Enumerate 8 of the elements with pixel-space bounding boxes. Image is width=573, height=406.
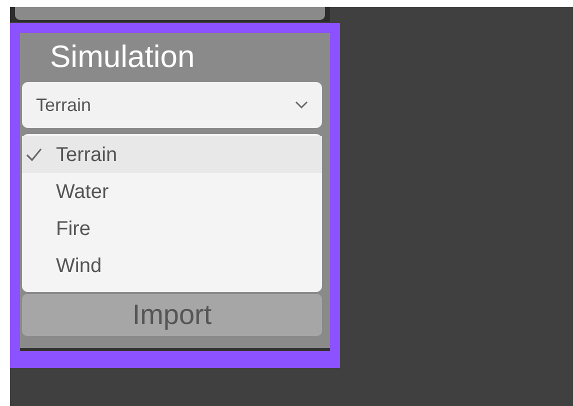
chevron-down-icon — [295, 101, 308, 109]
panel-title: Simulation — [50, 38, 195, 76]
dropdown-option[interactable]: Fire — [22, 210, 322, 247]
checkmark-icon — [26, 148, 42, 162]
dropdown[interactable]: Terrain — [22, 82, 322, 128]
dropdown-option[interactable]: Terrain — [22, 136, 322, 173]
dropdown-option[interactable]: Wind — [22, 247, 322, 284]
dropdown-option[interactable]: Water — [22, 173, 322, 210]
